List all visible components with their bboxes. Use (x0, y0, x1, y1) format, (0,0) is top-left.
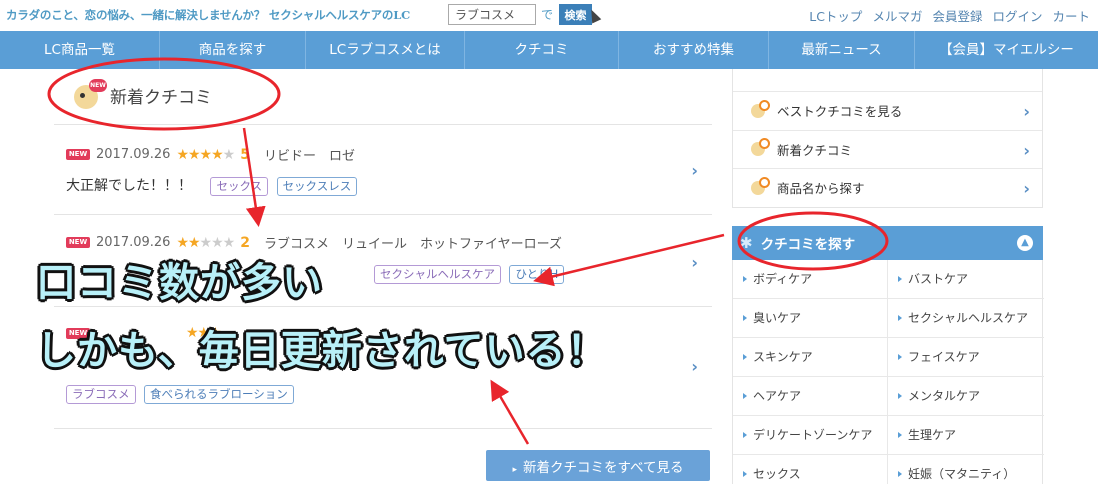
star-rating-icon: ★★★★★ (176, 234, 235, 251)
tag[interactable]: 食べられるラブローション (143, 385, 294, 404)
link-cart[interactable]: カート (1052, 6, 1090, 25)
sidebar-item-search-by-name[interactable]: 商品名から探す › (733, 168, 1042, 207)
category-link[interactable]: デリケートゾーンケア (733, 416, 888, 455)
chevron-right-icon[interactable]: › (691, 253, 698, 272)
nav-item-products[interactable]: LC商品一覧 (0, 31, 160, 69)
review-text: 大正解でした！！！ セックス セックスレス (66, 175, 361, 196)
sidebar-menu: ベストクチコミを見る › 新着クチコミ › 商品名から探す › (732, 69, 1043, 208)
mascot-new-icon: NEW (74, 79, 107, 109)
search-input[interactable] (448, 4, 536, 25)
nav-item-my-lc[interactable]: 【会員】マイエルシー (915, 31, 1098, 69)
nav-item-features[interactable]: おすすめ特集 (619, 31, 769, 69)
review-tags: セクシャルヘルスケア ひとりH (374, 265, 568, 284)
link-login[interactable]: ログイン (992, 6, 1042, 25)
sidebar-item-best-reviews[interactable]: ベストクチコミを見る › (733, 91, 1042, 130)
category-link[interactable]: スキンケア (733, 338, 888, 377)
nav-item-reviews[interactable]: クチコミ (465, 31, 619, 69)
view-all-reviews-button[interactable]: ▸ 新着クチコミをすべて見る (486, 450, 710, 481)
review-tags: ラブコスメ 食べられるラブローション (66, 385, 298, 404)
sidebar-item-partial[interactable] (733, 69, 1042, 91)
category-link[interactable]: フェイスケア (888, 338, 1044, 377)
nav-item-about[interactable]: LCラブコスメとは (306, 31, 465, 69)
review-item[interactable]: NEW 2017.09.26 ★★★★★ 5 リビドー ロゼ 大正解でした！！！… (54, 124, 712, 214)
annotation-caption: 口コミ数が多い (36, 260, 323, 306)
category-link[interactable]: ヘアケア (733, 377, 888, 416)
section-title: 新着クチコミ (110, 87, 212, 108)
tag[interactable]: ラブコスメ (66, 385, 136, 404)
global-nav: LC商品一覧 商品を探す LCラブコスメとは クチコミ おすすめ特集 最新ニュー… (0, 31, 1098, 69)
mascot-icon (751, 176, 770, 195)
review-date: 2017.09.26 (96, 235, 171, 250)
review-date: 2017.09.26 (96, 147, 171, 162)
top-bar: カラダのこと、恋の悩み、一緒に解決しませんか？ セクシャルヘルスケアのLC で … (0, 0, 1098, 31)
new-badge: NEW (66, 237, 90, 248)
chevron-right-icon: › (1023, 102, 1030, 121)
category-link[interactable]: 生理ケア (888, 416, 1044, 455)
category-link[interactable]: ボディケア (733, 260, 888, 299)
tag[interactable]: セックスレス (276, 177, 358, 196)
top-links: LCトップ メルマガ 会員登録 ログイン カート (809, 6, 1090, 25)
mascot-icon (751, 99, 770, 118)
category-link[interactable]: バストケア (888, 260, 1044, 299)
tag[interactable]: ひとりH (509, 265, 565, 284)
product-name[interactable]: リビドー ロゼ (264, 145, 355, 164)
caret-right-icon: ▸ (512, 464, 517, 475)
link-mailmag[interactable]: メルマガ (872, 6, 922, 25)
star-rating-icon: ★★★★★ (176, 146, 235, 163)
tag[interactable]: セクシャルヘルスケア (374, 265, 501, 284)
new-badge: NEW (66, 149, 90, 160)
link-lc-top[interactable]: LCトップ (809, 6, 862, 25)
search-de-label: で (541, 8, 554, 22)
nav-item-news[interactable]: 最新ニュース (769, 31, 915, 69)
sidebar-item-new-reviews[interactable]: 新着クチコミ › (733, 129, 1042, 169)
snowflake-icon: ✱ (740, 234, 753, 252)
site-tagline: カラダのこと、恋の悩み、一緒に解決しませんか？ セクシャルヘルスケアのLC (6, 8, 411, 22)
link-register[interactable]: 会員登録 (932, 6, 982, 25)
rating-value: 5 (240, 146, 250, 163)
divider (54, 428, 712, 429)
category-link[interactable]: 臭いケア (733, 299, 888, 338)
nav-item-find-products[interactable]: 商品を探す (160, 31, 306, 69)
category-link[interactable]: セックス (733, 455, 888, 484)
category-link[interactable]: メンタルケア (888, 377, 1044, 416)
chevron-right-icon: › (1023, 140, 1030, 160)
review-meta: NEW 2017.09.26 ★★★★★ 5 リビドー ロゼ (66, 145, 355, 164)
category-link[interactable]: セクシャルヘルスケア (888, 299, 1044, 338)
tag[interactable]: セックス (210, 177, 269, 196)
review-search-header[interactable]: ✱ クチコミを探す ▲ (732, 226, 1043, 260)
chevron-right-icon[interactable]: › (691, 357, 698, 376)
category-link[interactable]: 妊娠（マタニティ） (888, 455, 1044, 484)
chevron-right-icon: › (1023, 179, 1030, 198)
mascot-icon (751, 138, 770, 157)
annotation-caption: しかも、毎日更新されている！ (36, 328, 608, 374)
collapse-up-icon[interactable]: ▲ (1017, 235, 1033, 251)
section-header: NEW 新着クチコミ (74, 79, 212, 109)
sidebar: ベストクチコミを見る › 新着クチコミ › 商品名から探す › ✱ クチコミを探… (732, 69, 1044, 484)
rating-value: 2 (240, 234, 250, 251)
category-grid: ボディケア バストケア 臭いケア セクシャルヘルスケア スキンケア フェイスケア… (732, 260, 1044, 484)
chevron-right-icon[interactable]: › (691, 161, 698, 180)
